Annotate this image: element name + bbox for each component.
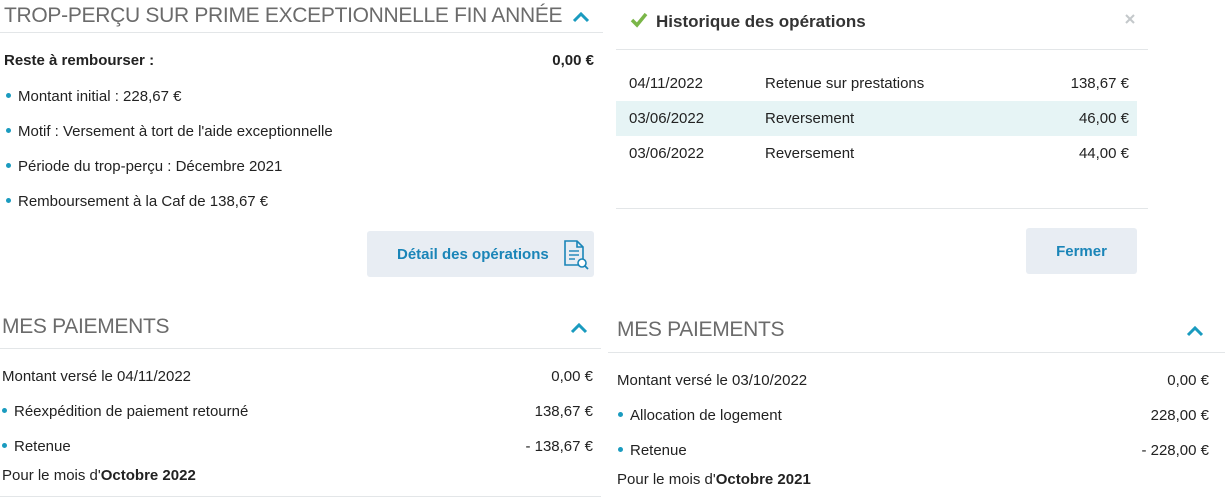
table-row: 03/06/2022 Reversement 46,00 € [616,101,1137,136]
list-item: Période du trop-perçu : Décembre 2021 [6,158,282,175]
list-item: Motif : Versement à tort de l'aide excep… [6,123,333,140]
divider [616,49,1148,50]
mois-line: Pour le mois d'Octobre 2022 [2,467,196,484]
mois-value: Octobre 2021 [715,471,811,488]
history-label: Retenue sur prestations [765,75,925,92]
table-row: 03/06/2022 Reversement 44,00 € [616,136,1137,171]
payment-line-label: Retenue [2,438,71,455]
close-icon[interactable] [1124,13,1136,25]
mois-prefix: Pour le mois d' [617,471,716,488]
montant-label: Montant versé le 03/10/2022 [617,372,808,389]
mois-line: Pour le mois d'Octobre 2021 [617,471,811,488]
detail-operations-button[interactable]: Détail des opérations [367,231,594,277]
document-search-icon [564,240,589,270]
divider [608,352,1225,353]
trop-percu-title: TROP-PERÇU SUR PRIME EXCEPTIONNELLE FIN … [4,4,563,27]
payment-line-value: - 138,67 € [525,438,593,455]
list-item: Remboursement à la Caf de 138,67 € [6,193,268,210]
divider [0,348,601,349]
chevron-up-icon[interactable] [1186,325,1204,337]
history-amount: 46,00 € [1078,110,1129,127]
table-row: 04/11/2022 Retenue sur prestations 138,6… [616,66,1137,101]
list-item: Montant initial : 228,67 € [6,88,181,105]
payment-line-label: Allocation de logement [618,407,782,424]
history-label: Reversement [765,110,855,127]
reste-value: 0,00 € [552,52,594,69]
divider [0,496,601,497]
divider [616,208,1148,209]
payment-line-value: 138,67 € [534,403,593,420]
chevron-up-icon[interactable] [570,322,588,334]
montant-value: 0,00 € [1167,372,1209,389]
close-button[interactable]: Fermer [1026,228,1137,274]
chevron-up-icon[interactable] [572,11,590,23]
payment-line-value: - 228,00 € [1141,442,1209,459]
history-date: 03/06/2022 [629,145,705,162]
history-label: Reversement [765,145,855,162]
payment-line-label: Réexpédition de paiement retourné [2,403,248,420]
check-icon [630,12,648,28]
mois-value: Octobre 2022 [100,467,196,484]
paiements-title: MES PAIEMENTS [617,318,785,341]
history-date: 03/06/2022 [629,110,705,127]
historique-title: Historique des opérations [656,12,866,31]
paiements-title: MES PAIEMENTS [2,315,170,338]
history-date: 04/11/2022 [629,75,703,92]
history-amount: 44,00 € [1078,145,1129,162]
detail-operations-label: Détail des opérations [397,245,549,263]
reste-label: Reste à rembourser : [4,52,155,69]
mois-prefix: Pour le mois d' [2,467,101,484]
divider [0,32,603,33]
payment-line-value: 228,00 € [1150,407,1209,424]
history-amount: 138,67 € [1070,75,1129,92]
payment-line-label: Retenue [618,442,687,459]
montant-label: Montant versé le 04/11/2022 [2,368,192,385]
montant-value: 0,00 € [551,368,593,385]
